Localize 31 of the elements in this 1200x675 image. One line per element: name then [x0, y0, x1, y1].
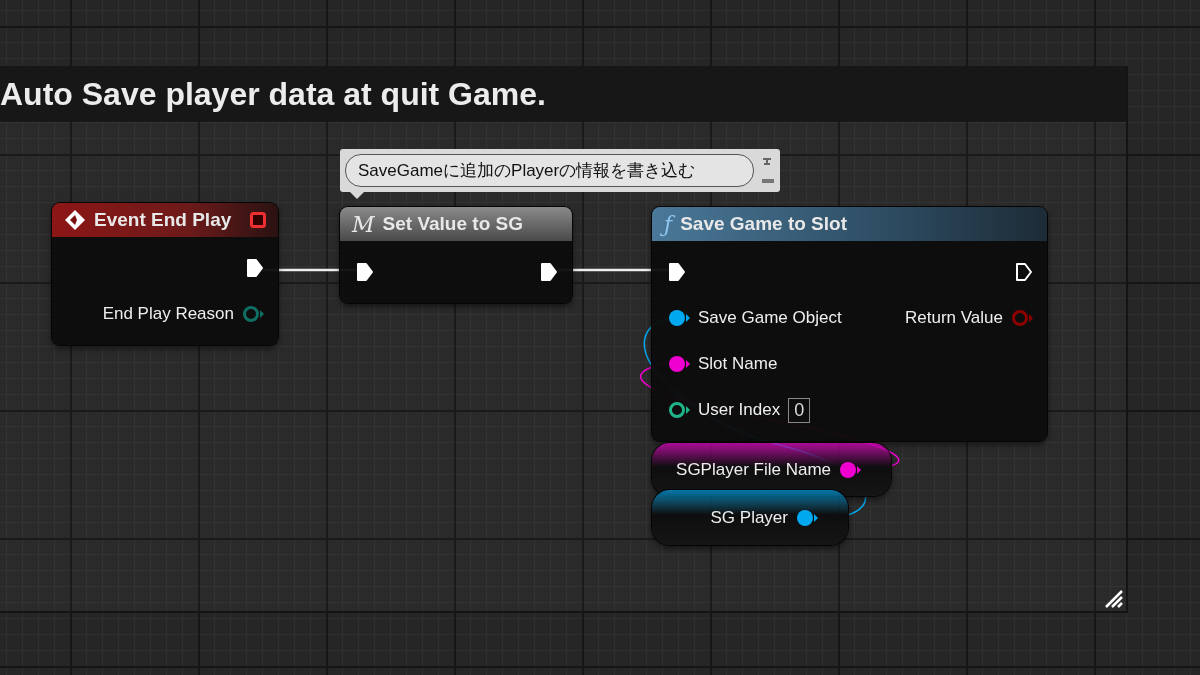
pin-label: Slot Name [698, 354, 778, 374]
node-type-icon: M [352, 211, 375, 237]
pin-label: Return Value [905, 308, 1003, 328]
exec-pin-icon[interactable] [668, 262, 686, 282]
node-comment-text[interactable]: SaveGameに追加のPlayerの情報を書き込む [345, 154, 754, 187]
blueprint-node[interactable]: M Set Value to SG [340, 207, 572, 303]
data-pin-icon[interactable] [668, 401, 690, 419]
node-title: Save Game to Slot [680, 213, 848, 235]
data-pin-icon[interactable] [839, 460, 861, 479]
blueprint-node[interactable]: ƒ Save Game to Slot Save Game Object Return Value Slot Name User Index 0 [652, 207, 1047, 441]
data-pin-icon[interactable] [668, 355, 690, 373]
exec-pin-icon[interactable] [1015, 262, 1033, 282]
exec-pin-icon[interactable] [246, 258, 264, 278]
pin-label: Save Game Object [698, 308, 842, 328]
exec-pin-icon[interactable] [356, 262, 374, 282]
pin-label: End Play Reason [102, 304, 234, 324]
pin-label: User Index [698, 400, 781, 420]
data-pin-icon[interactable] [242, 305, 264, 323]
blueprint-node[interactable]: Event End Play End Play Reason [52, 203, 278, 345]
data-pin-icon[interactable] [668, 309, 690, 327]
variable-label: SGPlayer File Name [676, 459, 831, 480]
node-title: Event End Play [94, 209, 233, 231]
exec-pin-icon[interactable] [540, 262, 558, 282]
node-title: Set Value to SG [382, 213, 524, 235]
variable-node[interactable]: SG Player [652, 490, 848, 545]
variable-label: SG Player [710, 507, 788, 528]
data-pin-icon[interactable] [796, 508, 818, 527]
value-field[interactable]: 0 [788, 397, 811, 423]
resize-grip-icon[interactable] [1104, 589, 1124, 609]
delegate-pin-icon[interactable] [250, 212, 266, 228]
event-diamond-icon [64, 209, 86, 231]
